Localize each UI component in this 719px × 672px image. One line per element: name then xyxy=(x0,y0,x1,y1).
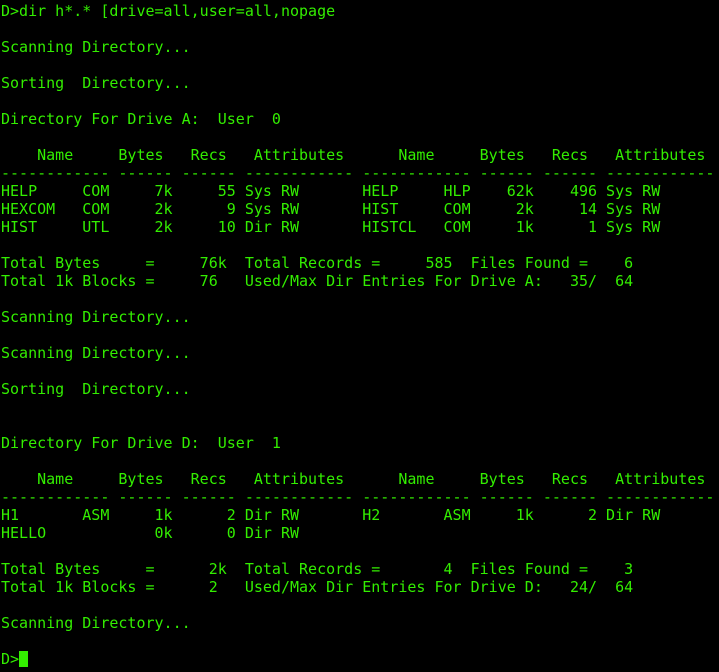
terminal-line: Scanning Directory... xyxy=(1,344,191,362)
command-prompt-line[interactable]: D> xyxy=(1,650,719,668)
terminal-line: H1 ASM 1k 2 Dir RW H2 ASM 1k 2 Dir RW xyxy=(1,506,661,524)
command-prompt: D> xyxy=(1,650,20,668)
terminal-line: HEXCOM COM 2k 9 Sys RW HIST COM 2k 14 Sy… xyxy=(1,200,661,218)
terminal-line: Total Bytes = 76k Total Records = 585 Fi… xyxy=(1,254,634,272)
text-cursor xyxy=(19,651,29,667)
terminal-line: HIST UTL 2k 10 Dir RW HISTCL COM 1k 1 Sy… xyxy=(1,218,661,236)
terminal-line: Scanning Directory... xyxy=(1,614,191,632)
terminal-line: Scanning Directory... xyxy=(1,308,191,326)
terminal-line: Name Bytes Recs Attributes Name Bytes Re… xyxy=(1,470,706,488)
terminal-line: Sorting Directory... xyxy=(1,380,191,398)
terminal-line: Name Bytes Recs Attributes Name Bytes Re… xyxy=(1,146,706,164)
terminal-line: Total Bytes = 2k Total Records = 4 Files… xyxy=(1,560,634,578)
terminal-line: HELLO 0k 0 Dir RW xyxy=(1,524,300,542)
terminal-line: Total 1k Blocks = 76 Used/Max Dir Entrie… xyxy=(1,272,634,290)
terminal-window[interactable]: D>dir h*.* [drive=all,user=all,nopage Sc… xyxy=(0,0,719,672)
terminal-line: Sorting Directory... xyxy=(1,74,191,92)
terminal-line: HELP COM 7k 55 Sys RW HELP HLP 62k 496 S… xyxy=(1,182,661,200)
terminal-line: Directory For Drive A: User 0 xyxy=(1,110,281,128)
terminal-screen: D>dir h*.* [drive=all,user=all,nopage Sc… xyxy=(1,2,719,668)
terminal-line: D>dir h*.* [drive=all,user=all,nopage xyxy=(1,2,336,20)
terminal-line: Total 1k Blocks = 2 Used/Max Dir Entries… xyxy=(1,578,634,596)
terminal-line: ------------ ------ ------ ------------ … xyxy=(1,164,715,182)
terminal-line: ------------ ------ ------ ------------ … xyxy=(1,488,715,506)
terminal-line: Scanning Directory... xyxy=(1,38,191,56)
terminal-line: Directory For Drive D: User 1 xyxy=(1,434,281,452)
